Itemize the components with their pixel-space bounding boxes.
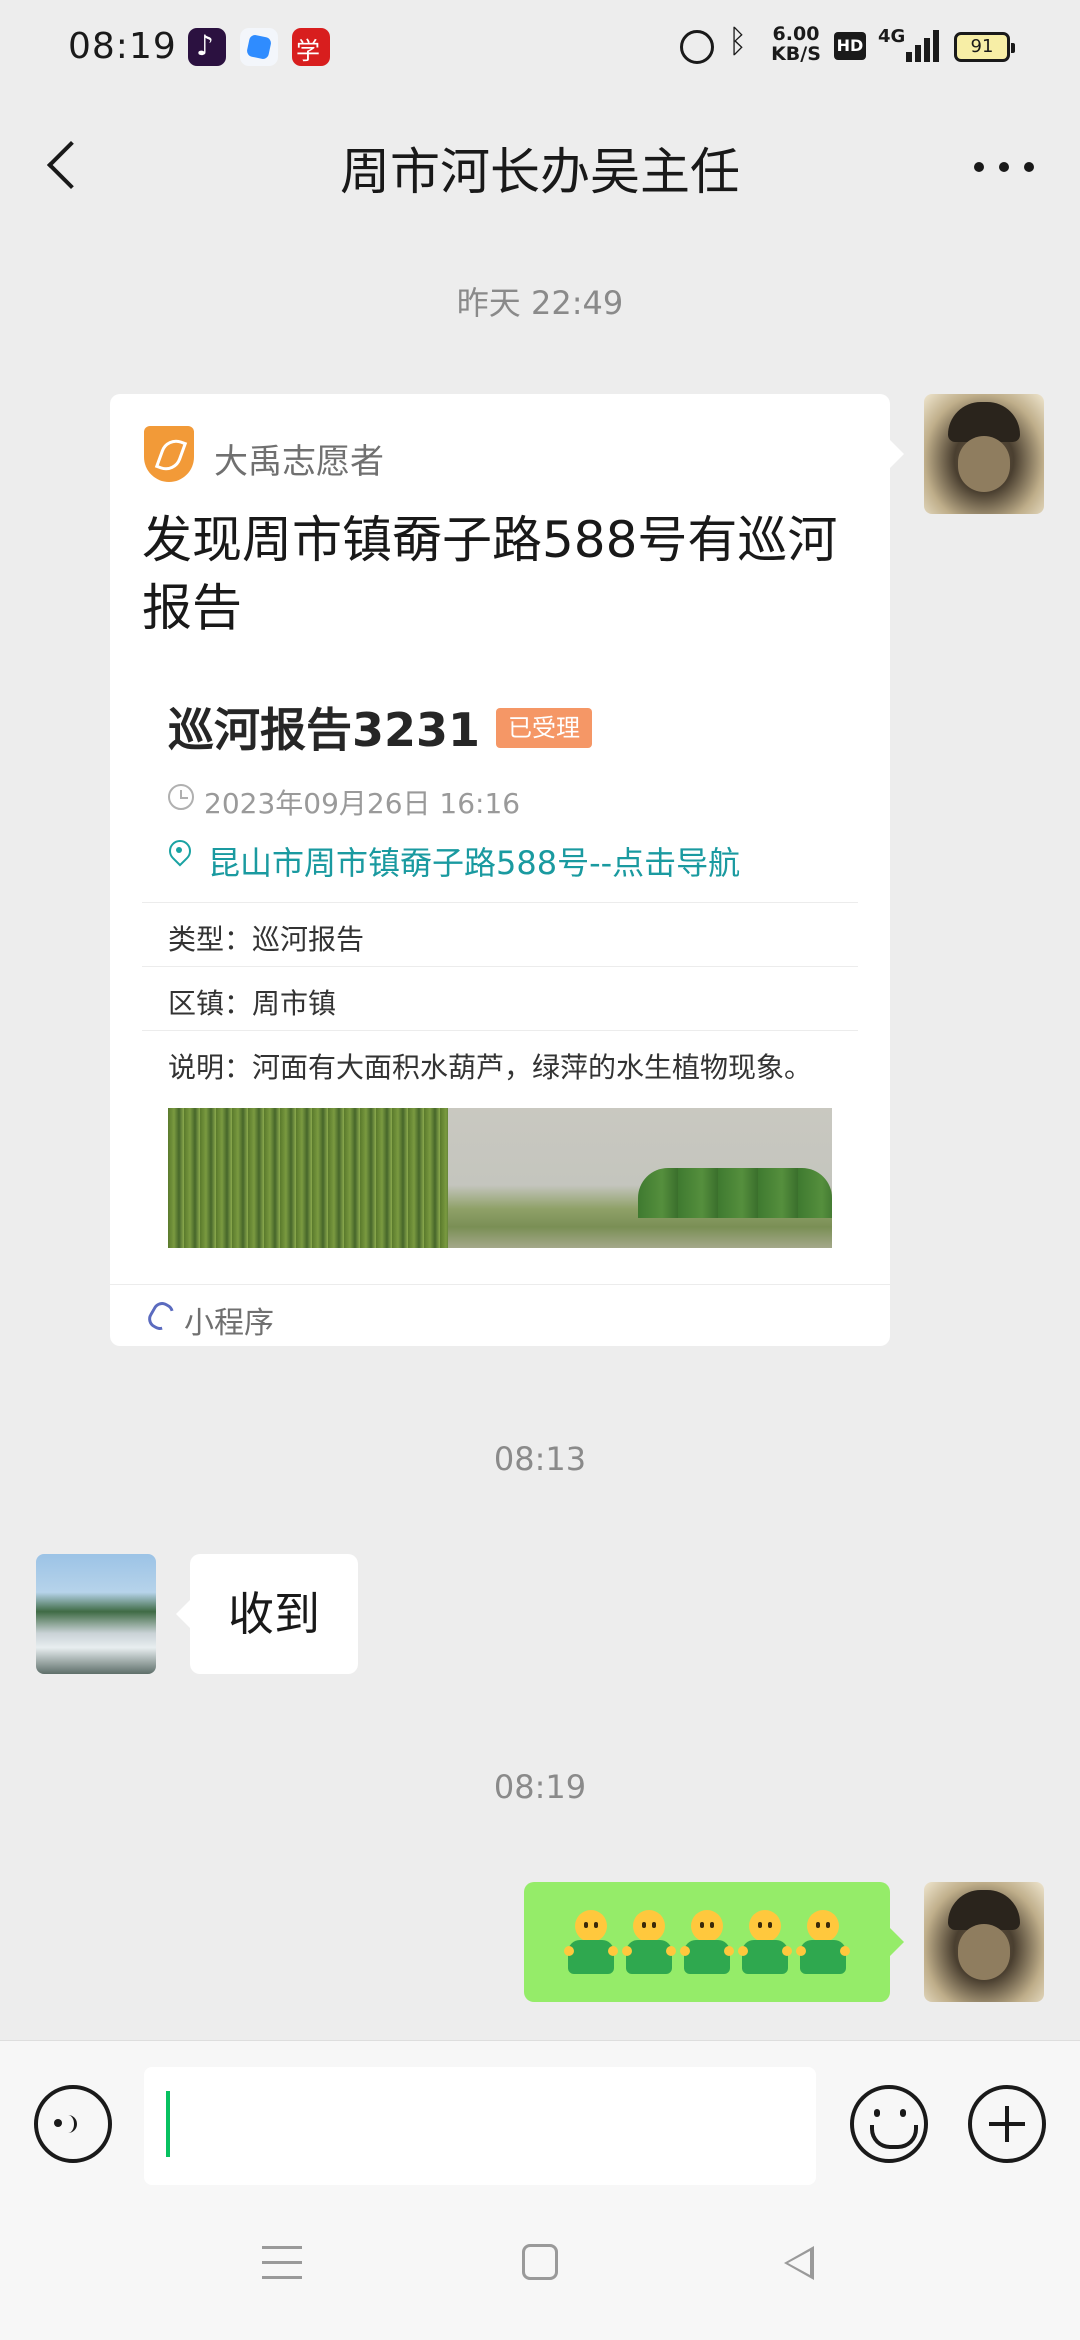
- signal-icon: [906, 30, 940, 62]
- status-time: 08:19: [68, 26, 177, 67]
- bubble-tail: [176, 1600, 190, 1628]
- smiley-person-emoji: [794, 1910, 852, 1976]
- message-timestamp: 08:19: [493, 1768, 587, 1806]
- message-timestamp: 08:13: [493, 1440, 587, 1478]
- divider: [110, 1284, 890, 1285]
- smiley-person-emoji: [620, 1910, 678, 1976]
- navigation-link[interactable]: 昆山市周市镇奣子路588号--点击导航: [208, 838, 740, 884]
- location-pin-icon: [168, 840, 192, 870]
- bubble-tail: [890, 1928, 904, 1956]
- xuexi-app-icon: [292, 28, 330, 66]
- bubble-tail: [890, 440, 904, 468]
- voice-input-button[interactable]: [34, 2085, 112, 2163]
- network-type: 4G: [878, 26, 906, 47]
- tree-line: [638, 1168, 832, 1218]
- tiktok-icon: [188, 28, 226, 66]
- card-title: 发现周市镇奣子路588号有巡河报告: [142, 511, 838, 637]
- network-speed: 6.00 KB/S: [766, 24, 826, 72]
- text-caret: [166, 2091, 170, 2157]
- net-speed-unit: KB/S: [771, 43, 821, 65]
- system-back-button[interactable]: [784, 2246, 814, 2280]
- system-nav-bar: [0, 2190, 1080, 2340]
- report-time: 2023年09月26日 16:16: [204, 787, 521, 820]
- contact-avatar[interactable]: [36, 1554, 156, 1674]
- sent-emoji-bubble[interactable]: [524, 1882, 890, 2002]
- my-avatar[interactable]: [924, 1882, 1044, 2002]
- input-bar: [0, 2040, 1080, 2190]
- detail-district: 区镇：周市镇: [168, 987, 337, 1020]
- shield-leaf-icon: [144, 426, 194, 482]
- mini-program-icon: [146, 1300, 176, 1334]
- card-brand-name: 大禹志愿者: [214, 442, 384, 482]
- blue-app-icon: [240, 28, 278, 66]
- back-button[interactable]: [36, 134, 92, 194]
- bluetooth-icon: ᛒ: [728, 22, 748, 60]
- willow-tree: [168, 1108, 448, 1248]
- received-message-bubble[interactable]: 收到: [190, 1554, 358, 1674]
- mini-program-card[interactable]: 大禹志愿者 发现周市镇奣子路588号有巡河报告 巡河报告3231 已受理 202…: [110, 394, 890, 1346]
- battery-indicator: 91: [954, 32, 1015, 62]
- recent-apps-button[interactable]: [262, 2246, 302, 2280]
- mini-program-label: 小程序: [184, 1306, 274, 1341]
- report-title: 巡河报告3231: [168, 703, 481, 757]
- status-badge: 已受理: [496, 708, 592, 748]
- detail-description: 说明：河面有大面积水葫芦，绿萍的水生植物现象。: [168, 1051, 813, 1084]
- home-button[interactable]: [522, 2244, 558, 2280]
- smiley-person-emoji: [678, 1910, 736, 1976]
- smiley-person-emoji: [562, 1910, 620, 1976]
- report-photo[interactable]: [168, 1108, 832, 1248]
- divider: [142, 902, 858, 903]
- divider: [142, 1030, 858, 1031]
- more-actions-button[interactable]: [968, 2085, 1046, 2163]
- smiley-person-emoji: [736, 1910, 794, 1976]
- my-avatar[interactable]: [924, 394, 1044, 514]
- clock-icon: [168, 784, 194, 810]
- more-options-button[interactable]: [964, 146, 1044, 186]
- chat-header: 周市河长办吴主任: [0, 96, 1080, 240]
- hd-badge: HD: [834, 32, 866, 60]
- status-bar: 08:19 ᛒ 6.00 KB/S HD 4G 91: [0, 0, 1080, 96]
- message-timestamp: 昨天 22:49: [456, 284, 624, 322]
- detail-type: 类型：巡河报告: [168, 923, 365, 956]
- divider: [142, 966, 858, 967]
- alarm-icon: [680, 30, 714, 64]
- chat-title: 周市河长办吴主任: [340, 143, 740, 201]
- net-speed-value: 6.00: [772, 23, 820, 45]
- message-input[interactable]: [144, 2067, 816, 2185]
- emoji-button[interactable]: [850, 2085, 928, 2163]
